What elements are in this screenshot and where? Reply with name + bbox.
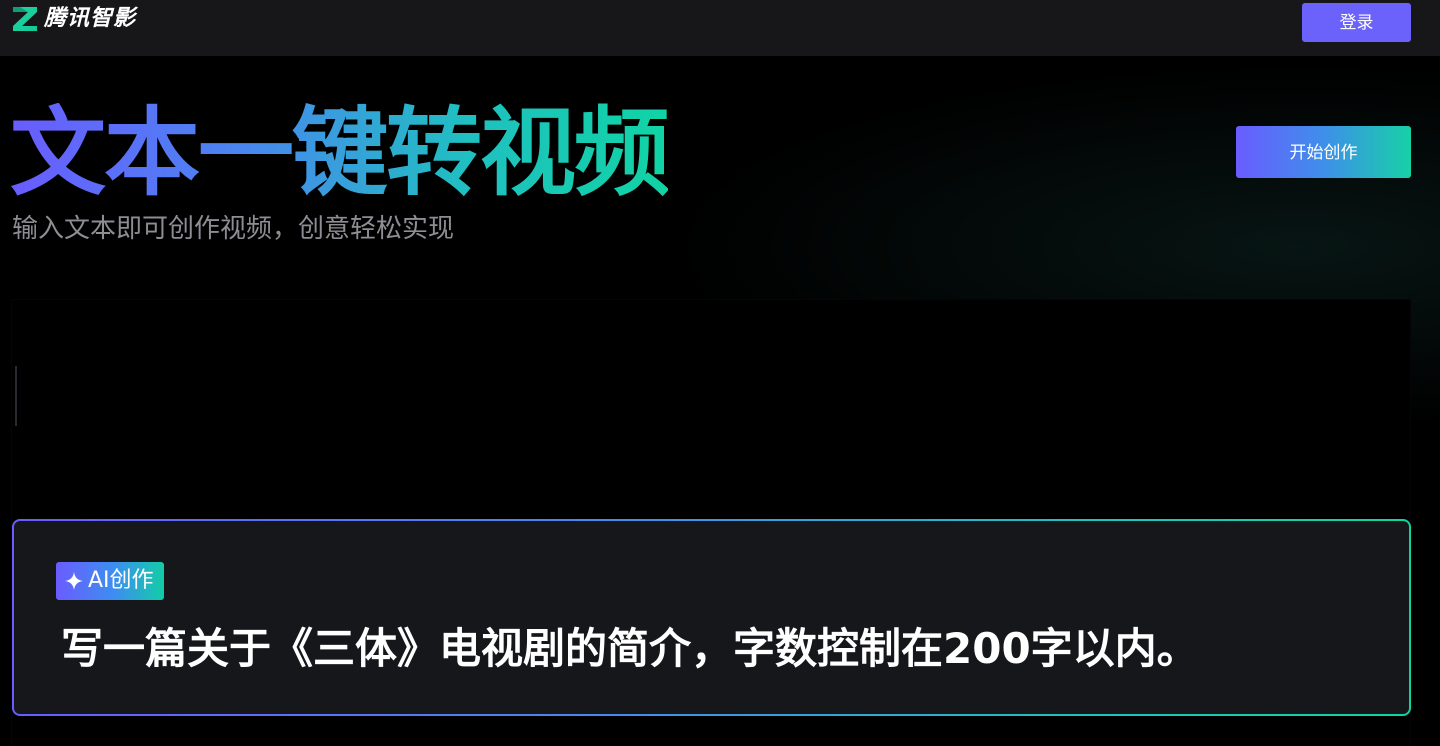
login-button[interactable]: 登录 bbox=[1302, 3, 1411, 42]
logo[interactable]: 腾讯智影 bbox=[12, 6, 136, 32]
page-title: 文本一键转视频 bbox=[10, 97, 670, 209]
prompt-card-inner: AI创作 写一篇关于《三体》电视剧的简介，字数控制在200字以内。 bbox=[14, 521, 1409, 714]
tencent-zhiying-logo-icon bbox=[13, 7, 37, 31]
text-cursor bbox=[15, 366, 17, 426]
page-subtitle: 输入文本即可创作视频，创意轻松实现 bbox=[12, 214, 455, 244]
logo-text: 腾讯智影 bbox=[44, 6, 137, 31]
top-navigation-bar: 腾讯智影 登录 bbox=[0, 0, 1440, 56]
prompt-text: 写一篇关于《三体》电视剧的简介，字数控制在200字以内。 bbox=[61, 624, 1199, 673]
ai-create-badge: AI创作 bbox=[56, 562, 164, 600]
sparkle-icon bbox=[65, 572, 83, 590]
prompt-card[interactable]: AI创作 写一篇关于《三体》电视剧的简介，字数控制在200字以内。 bbox=[12, 519, 1411, 716]
ai-create-badge-label: AI创作 bbox=[88, 568, 154, 593]
start-creating-button[interactable]: 开始创作 bbox=[1236, 126, 1411, 178]
